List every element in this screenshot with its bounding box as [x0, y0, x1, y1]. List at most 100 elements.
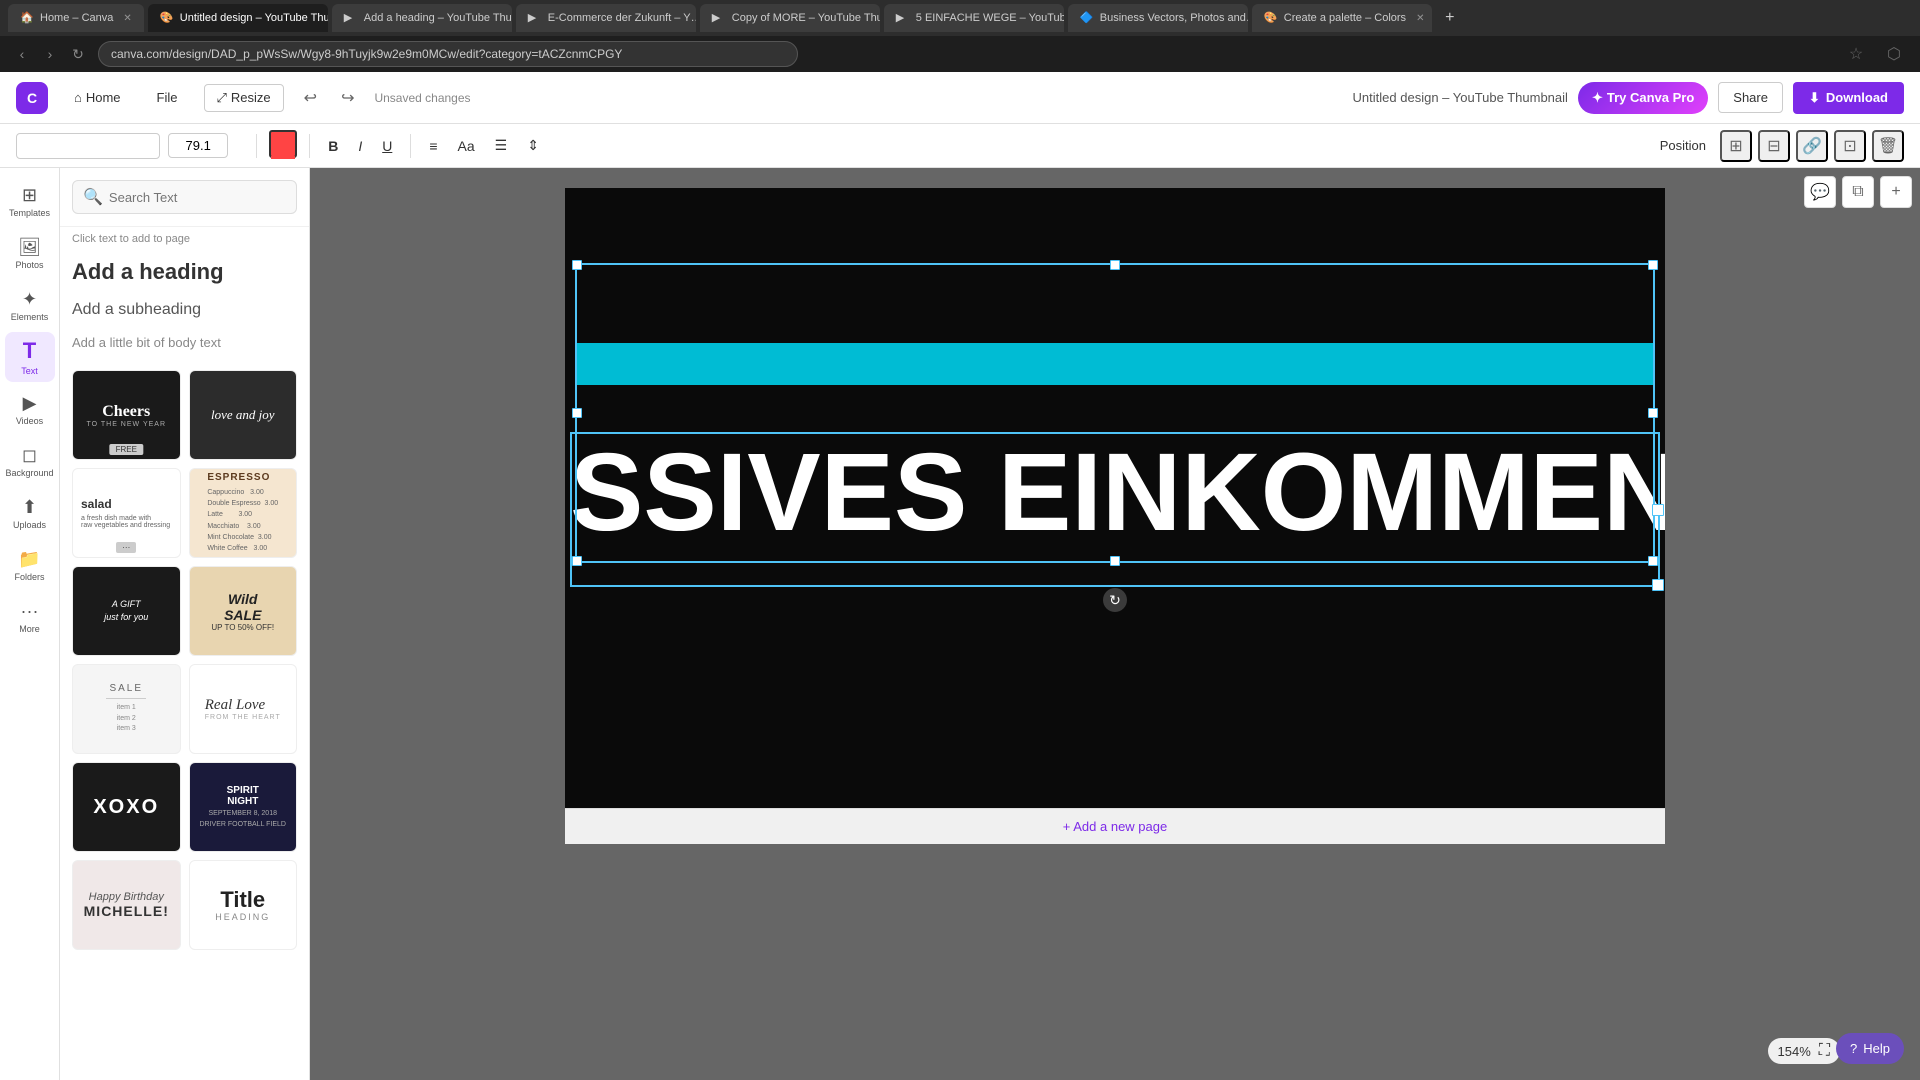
- template-title-heading[interactable]: Title HEADING: [189, 860, 298, 950]
- crop-icon[interactable]: ⊟: [1758, 130, 1790, 162]
- font-family-selector[interactable]: Open Sans Extra … ▾: [16, 133, 160, 159]
- undo-button[interactable]: ↩: [300, 84, 321, 112]
- trash-icon[interactable]: 🗑: [1872, 130, 1904, 162]
- rotate-icon[interactable]: ↻: [1103, 588, 1127, 612]
- template-love-joy[interactable]: love and joy: [189, 370, 298, 460]
- search-wrapper: 🔍: [72, 180, 297, 214]
- wild-sale-sub: UP TO 50% OFF!: [211, 623, 274, 632]
- sidebar-item-videos[interactable]: ▶ Videos: [5, 384, 55, 434]
- help-button[interactable]: ? Help: [1836, 1033, 1904, 1064]
- fullscreen-button[interactable]: ⛶: [1819, 1042, 1830, 1060]
- tab-heading-label: Add a heading – YouTube Thu…: [364, 12, 512, 24]
- tab-add-heading[interactable]: ▶ Add a heading – YouTube Thu… ✕: [332, 4, 512, 32]
- template-sale[interactable]: SALE item 1item 2item 3: [72, 664, 181, 754]
- file-button[interactable]: File: [147, 84, 188, 111]
- spacing-button[interactable]: ⇕: [521, 133, 545, 158]
- handle-bot-right[interactable]: [1648, 556, 1658, 566]
- add-heading-option[interactable]: Add a heading: [60, 251, 309, 293]
- try-pro-button[interactable]: ✦ Try Canva Pro: [1578, 82, 1708, 114]
- duplicate-icon[interactable]: ⧉: [1842, 176, 1874, 208]
- add-element-icon[interactable]: +: [1880, 176, 1912, 208]
- template-happy-birthday[interactable]: Happy Birthday MICHELLE!: [72, 860, 181, 950]
- canvas-area[interactable]: 💬 ⧉ + SSIVES EINKOMMEN: [310, 168, 1920, 1080]
- toolbar-divider-2: [309, 134, 310, 158]
- tab-ecommerce[interactable]: ▶ E-Commerce der Zukunft – Y… ✕: [516, 4, 696, 32]
- tab-palette-close[interactable]: ✕: [1416, 13, 1424, 24]
- position-button[interactable]: Position: [1652, 134, 1714, 157]
- template-spirit-night[interactable]: SPIRITNIGHT SEPTEMBER 8, 2018DRIVER FOOT…: [189, 762, 298, 852]
- tab-business[interactable]: 🔷 Business Vectors, Photos and… ✕: [1068, 4, 1248, 32]
- font-color-button[interactable]: [269, 130, 297, 158]
- wild-sale-text: WildSALE: [211, 591, 274, 623]
- home-button[interactable]: ⌂ Home: [64, 84, 131, 111]
- handle-mid-right[interactable]: [1648, 408, 1658, 418]
- canvas-main-text[interactable]: SSIVES EINKOMMEN: [570, 438, 1660, 548]
- underline-button[interactable]: U: [376, 134, 398, 158]
- unsaved-indicator: Unsaved changes: [374, 91, 470, 105]
- template-gift[interactable]: A GIFTjust for you: [72, 566, 181, 656]
- download-button[interactable]: ⬇ Download: [1793, 82, 1904, 114]
- text-icon: T: [23, 338, 36, 364]
- template-salad[interactable]: salad a fresh dish made withraw vegetabl…: [72, 468, 181, 558]
- template-grid: Cheers TO THE NEW YEAR FREE love and joy…: [60, 358, 309, 962]
- canvas-page[interactable]: SSIVES EINKOMMEN: [565, 188, 1665, 808]
- tab-home-close[interactable]: ✕: [123, 13, 131, 24]
- tab-palette[interactable]: 🎨 Create a palette – Colors ✕: [1252, 4, 1432, 32]
- add-page-button[interactable]: + Add a new page: [1063, 819, 1167, 834]
- link-icon[interactable]: 🔗: [1796, 130, 1828, 162]
- handle-bot-left[interactable]: [572, 556, 582, 566]
- sidebar-item-uploads[interactable]: ⬆ Uploads: [5, 488, 55, 538]
- handle-bot-center[interactable]: [1110, 556, 1120, 566]
- template-cheers[interactable]: Cheers TO THE NEW YEAR FREE: [72, 370, 181, 460]
- sidebar-item-folders[interactable]: 📁 Folders: [5, 540, 55, 590]
- tab-copy-more[interactable]: ▶ Copy of MORE – YouTube Thu… ✕: [700, 4, 880, 32]
- sidebar-item-elements[interactable]: ✦ Elements: [5, 280, 55, 330]
- sidebar-item-photos[interactable]: 🖼 Photos: [5, 228, 55, 278]
- bold-button[interactable]: B: [322, 134, 344, 158]
- sidebar-item-templates[interactable]: ⊞ Templates: [5, 176, 55, 226]
- sidebar-item-background[interactable]: ◻ Background: [5, 436, 55, 486]
- back-button[interactable]: ‹: [10, 42, 34, 66]
- template-real-love[interactable]: Real Love FROM THE HEART: [189, 664, 298, 754]
- refresh-button[interactable]: ↻: [66, 42, 90, 66]
- comment-icon[interactable]: 💬: [1804, 176, 1836, 208]
- handle-top-left[interactable]: [572, 260, 582, 270]
- add-body-option[interactable]: Add a little bit of body text: [60, 327, 309, 358]
- grid-icon[interactable]: ⊞: [1720, 130, 1752, 162]
- list-button[interactable]: ☰: [489, 133, 514, 158]
- sidebar-item-more[interactable]: ··· More: [5, 592, 55, 642]
- template-xoxo[interactable]: XOXO: [72, 762, 181, 852]
- handle-top-right[interactable]: [1648, 260, 1658, 270]
- tab-5wege[interactable]: ▶ 5 EINFACHE WEGE – YouTube… ✕: [884, 4, 1064, 32]
- text-case-button[interactable]: Aa: [452, 134, 481, 158]
- redo-button[interactable]: ↪: [337, 84, 358, 112]
- search-input[interactable]: [109, 190, 286, 205]
- font-size-input[interactable]: [168, 133, 228, 158]
- template-espresso[interactable]: ESPRESSO Cappuccino 3.00 Double Espresso…: [189, 468, 298, 558]
- canva-logo[interactable]: C: [16, 82, 48, 114]
- italic-button[interactable]: I: [352, 134, 368, 158]
- template-wild-sale[interactable]: WildSALE UP TO 50% OFF!: [189, 566, 298, 656]
- forward-button[interactable]: ›: [38, 42, 62, 66]
- copy-style-icon[interactable]: ⊡: [1834, 130, 1866, 162]
- tab-untitled-design[interactable]: 🎨 Untitled design – YouTube Thu… ✕: [148, 4, 328, 32]
- text-handle-bot-right[interactable]: [1652, 579, 1664, 591]
- share-button[interactable]: Share: [1718, 82, 1783, 113]
- handle-mid-left[interactable]: [572, 408, 582, 418]
- extensions-icon[interactable]: ⬡: [1878, 38, 1910, 70]
- sidebar-item-text[interactable]: T Text: [5, 332, 55, 382]
- add-subheading-option[interactable]: Add a subheading: [60, 293, 309, 327]
- align-button[interactable]: ≡: [423, 134, 443, 158]
- browser-tabs-bar: 🏠 Home – Canva ✕ 🎨 Untitled design – You…: [0, 0, 1920, 36]
- canva-logo-icon: C: [16, 82, 48, 114]
- tab-business-favicon: 🔷: [1080, 11, 1094, 25]
- tab-home[interactable]: 🏠 Home – Canva ✕: [8, 4, 144, 32]
- more-icon: ···: [21, 601, 39, 622]
- gift-text: A GIFTjust for you: [104, 598, 148, 625]
- star-icon[interactable]: ☆: [1840, 38, 1872, 70]
- home-label: Home: [86, 90, 121, 105]
- url-input[interactable]: [98, 41, 798, 67]
- handle-top-center[interactable]: [1110, 260, 1120, 270]
- resize-button[interactable]: ⤢ Resize: [204, 84, 284, 112]
- new-tab-button[interactable]: +: [1436, 4, 1464, 32]
